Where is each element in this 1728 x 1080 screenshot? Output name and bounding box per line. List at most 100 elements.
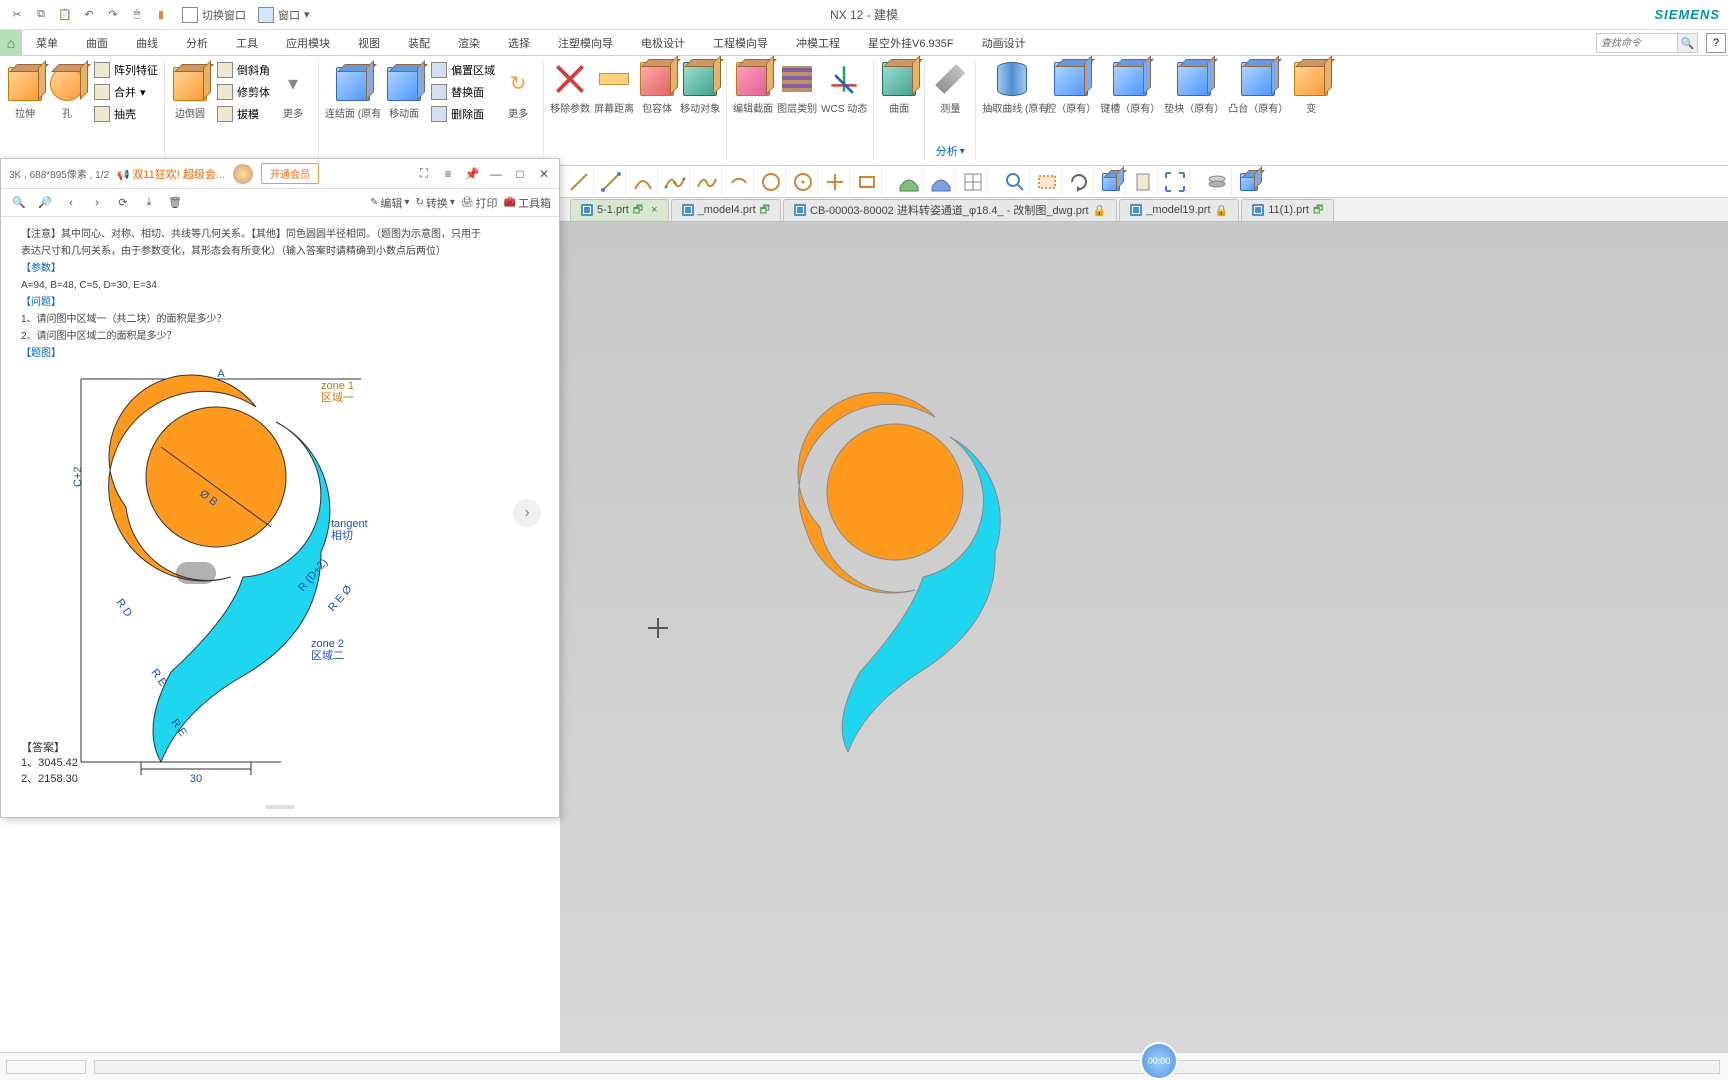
surface-button[interactable]: 曲面 bbox=[880, 60, 918, 115]
tab-cb00003[interactable]: CB-00003-80002 进料转姿通道_φ18.4_ - 改制图_dwg.p… bbox=[783, 199, 1117, 221]
moveface-button[interactable]: 移动面 bbox=[385, 60, 423, 124]
maximize-icon[interactable]: □ bbox=[513, 167, 527, 181]
surf1-tool[interactable] bbox=[894, 168, 924, 196]
menu-item-view[interactable]: 视图 bbox=[344, 30, 394, 55]
offset-region-button[interactable]: 偏置区域 bbox=[431, 60, 495, 80]
clipboard-tool[interactable] bbox=[1128, 168, 1158, 196]
hole-button[interactable]: 孔 bbox=[48, 60, 86, 124]
minimize-icon[interactable]: — bbox=[489, 167, 503, 181]
remove-param-button[interactable]: 移除参数 bbox=[550, 60, 590, 115]
menu-item-anim[interactable]: 动画设计 bbox=[968, 30, 1040, 55]
modeling-canvas[interactable] bbox=[560, 222, 1728, 1052]
circle-center-tool[interactable] bbox=[788, 168, 818, 196]
zoom-out-icon[interactable]: 🔍 bbox=[9, 193, 29, 213]
spline-tool[interactable] bbox=[660, 168, 690, 196]
grid-tool[interactable] bbox=[958, 168, 988, 196]
command-search-input[interactable] bbox=[1597, 34, 1677, 52]
menu-item-menu[interactable]: 菜单 bbox=[22, 30, 72, 55]
linkface-button[interactable]: 连结面 (原有 bbox=[325, 60, 381, 124]
delete-face-button[interactable]: 删除面 bbox=[431, 104, 495, 124]
redo-icon[interactable]: ↷ bbox=[104, 6, 122, 24]
layer-cat-button[interactable]: 图层类别 bbox=[777, 60, 817, 115]
panel-grip[interactable] bbox=[265, 805, 295, 809]
vip-button[interactable]: 开通会员 bbox=[261, 163, 319, 184]
refresh-icon[interactable]: ⟳ bbox=[113, 193, 133, 213]
shell-button[interactable]: 抽壳 bbox=[94, 104, 158, 124]
pocket-button[interactable]: 腔（原有） bbox=[1046, 60, 1096, 115]
toolbox-button[interactable]: 🧰 工具箱 bbox=[504, 195, 551, 211]
menu-item-electrode[interactable]: 电极设计 bbox=[627, 30, 699, 55]
replace-face-button[interactable]: 替换面 bbox=[431, 82, 495, 102]
copy-icon[interactable]: ⧉ bbox=[32, 6, 50, 24]
rect-tool[interactable] bbox=[852, 168, 882, 196]
layers-tool[interactable] bbox=[1202, 168, 1232, 196]
switch-window-button[interactable]: 切换窗口 bbox=[176, 5, 252, 25]
tab-model4[interactable]: _model4.prt🗗 bbox=[671, 199, 781, 221]
touch-icon[interactable]: 🖱 bbox=[128, 6, 146, 24]
transform-button[interactable]: 变 bbox=[1292, 60, 1330, 115]
cycle-tool[interactable] bbox=[1064, 168, 1094, 196]
home-tab[interactable]: ⌂ bbox=[0, 30, 22, 55]
pad-button[interactable]: 垫块（原有） bbox=[1164, 60, 1224, 115]
search-icon[interactable]: 🔍 bbox=[1677, 34, 1697, 52]
rotate-menu[interactable]: ↻ 转换 ▾ bbox=[415, 195, 454, 211]
combine-button[interactable]: 合并 ▾ bbox=[94, 82, 158, 102]
view3d-tool[interactable] bbox=[1096, 168, 1126, 196]
edit-menu[interactable]: ✎ 编辑 ▾ bbox=[370, 195, 409, 211]
select-rect[interactable] bbox=[1032, 168, 1062, 196]
menu-item-surface[interactable]: 曲面 bbox=[72, 30, 122, 55]
zoom-in-icon[interactable]: 🔎 bbox=[35, 193, 55, 213]
menu-item-tools[interactable]: 工具 bbox=[222, 30, 272, 55]
undo-icon[interactable]: ↶ bbox=[80, 6, 98, 24]
prev-icon[interactable]: ‹ bbox=[61, 193, 81, 213]
extrude-button[interactable]: 拉伸 bbox=[6, 60, 44, 124]
menu-item-curve[interactable]: 曲线 bbox=[122, 30, 172, 55]
line-tool[interactable] bbox=[564, 168, 594, 196]
slot-button[interactable]: 键槽（原有） bbox=[1100, 60, 1160, 115]
brush-icon[interactable]: ▮ bbox=[152, 6, 170, 24]
command-search[interactable]: 🔍 bbox=[1596, 33, 1698, 53]
tab-close-icon[interactable]: × bbox=[651, 204, 657, 216]
chamfer-button[interactable]: 倒斜角 bbox=[217, 60, 270, 80]
timer-badge[interactable]: 00:00 bbox=[1140, 1042, 1178, 1080]
screen-dist-button[interactable]: 屏幕距离 bbox=[594, 60, 634, 115]
extract-curve-button[interactable]: 抽取曲线 (原有 bbox=[982, 60, 1042, 115]
menu-item-mold[interactable]: 注塑模向导 bbox=[544, 30, 627, 55]
edit-section-button[interactable]: 编辑截面 bbox=[733, 60, 773, 115]
tab-5-1[interactable]: 5-1.prt🗗× bbox=[570, 199, 669, 221]
menu-item-engmold[interactable]: 工程模向导 bbox=[699, 30, 782, 55]
surf2-tool[interactable] bbox=[926, 168, 956, 196]
menu-item-stamp[interactable]: 冲模工程 bbox=[782, 30, 854, 55]
bounding-button[interactable]: 包容体 bbox=[638, 60, 676, 115]
menu-item-assembly[interactable]: 装配 bbox=[394, 30, 444, 55]
next-icon[interactable]: › bbox=[87, 193, 107, 213]
cross-tool[interactable] bbox=[820, 168, 850, 196]
pattern-button[interactable]: 阵列特征 bbox=[94, 60, 158, 80]
blend-button[interactable]: 边倒圆 bbox=[171, 60, 209, 124]
help-button[interactable]: ? bbox=[1706, 33, 1726, 53]
wcs-button[interactable]: WCS 动态 bbox=[821, 60, 867, 115]
menu-item-render[interactable]: 渲染 bbox=[444, 30, 494, 55]
trim-button[interactable]: 修剪体 bbox=[217, 82, 270, 102]
more-sync-button[interactable]: ↻更多 bbox=[499, 60, 537, 124]
menu-item-select[interactable]: 选择 bbox=[494, 30, 544, 55]
draft-button[interactable]: 拔模 bbox=[217, 104, 270, 124]
menu-item-app[interactable]: 应用模块 bbox=[272, 30, 344, 55]
close-icon[interactable]: ✕ bbox=[537, 167, 551, 181]
delete-icon[interactable]: 🗑 bbox=[165, 193, 185, 213]
more-feature-button[interactable]: ▾更多 bbox=[274, 60, 312, 124]
measure-button[interactable]: 测量 bbox=[931, 60, 969, 115]
boss-button[interactable]: 凸台（原有） bbox=[1228, 60, 1288, 115]
analysis-footer[interactable]: 分析 ▾ bbox=[936, 143, 965, 161]
expand-tool[interactable] bbox=[1160, 168, 1190, 196]
arc3-tool[interactable] bbox=[724, 168, 754, 196]
download-icon[interactable]: ⤓ bbox=[139, 193, 159, 213]
expand-icon[interactable]: ⛶ bbox=[417, 167, 431, 181]
next-image-button[interactable]: › bbox=[513, 499, 541, 527]
menu-icon[interactable]: ≡ bbox=[441, 167, 455, 181]
spline2-tool[interactable] bbox=[692, 168, 722, 196]
circle-tool[interactable] bbox=[756, 168, 786, 196]
tab-model19[interactable]: _model19.prt🔒 bbox=[1119, 199, 1239, 221]
promo-label[interactable]: 📢 双11狂欢! 超级会... bbox=[117, 166, 225, 182]
paste-icon[interactable]: 📋 bbox=[56, 6, 74, 24]
